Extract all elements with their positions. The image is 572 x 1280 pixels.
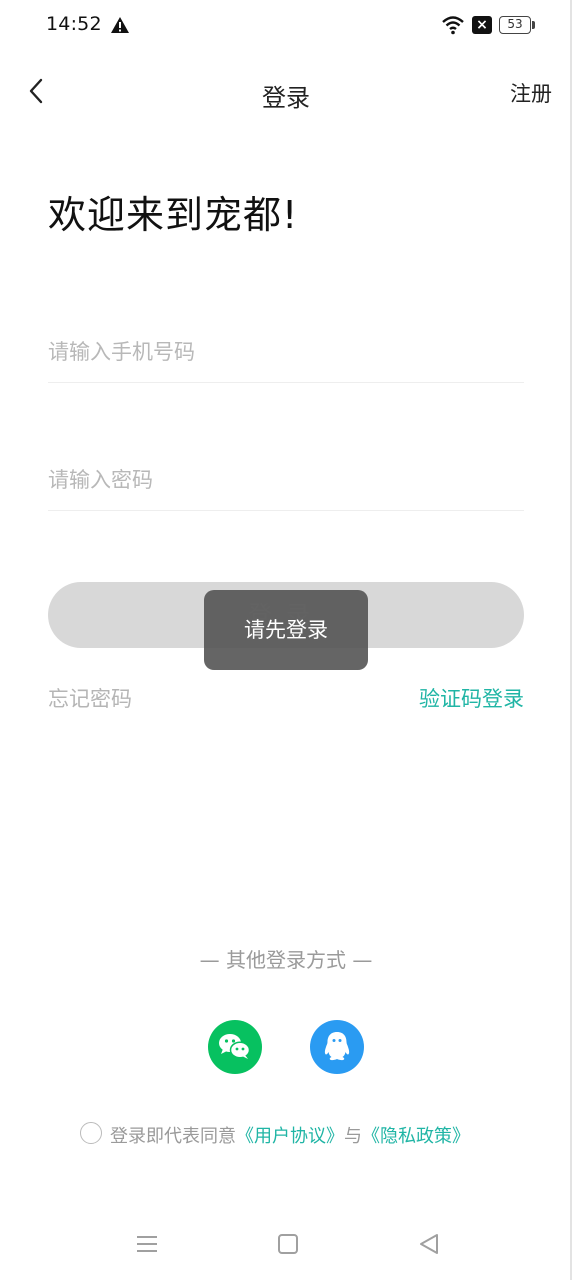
- wifi-icon: [442, 16, 464, 35]
- privacy-policy-link[interactable]: 《隐私政策》: [362, 1126, 470, 1147]
- status-time: 14:52: [46, 13, 102, 35]
- back-triangle-icon[interactable]: [418, 1232, 440, 1256]
- phone-field: [48, 322, 524, 383]
- agreement-text: 登录即代表同意《用户协议》与《隐私政策》: [110, 1122, 470, 1148]
- battery-icon: 53: [499, 16, 531, 34]
- page-title: 登录: [262, 84, 310, 112]
- home-square-icon[interactable]: [278, 1234, 298, 1254]
- menu-icon[interactable]: [136, 1233, 158, 1255]
- close-box-icon: ×: [472, 16, 492, 34]
- wechat-login-button[interactable]: [208, 1020, 262, 1074]
- password-field: [48, 450, 524, 511]
- warning-icon: [111, 17, 129, 33]
- phone-input[interactable]: [48, 322, 524, 382]
- qq-login-button[interactable]: [310, 1020, 364, 1074]
- qq-icon: [324, 1032, 350, 1061]
- agreement-radio[interactable]: [80, 1122, 102, 1144]
- battery-tip: [532, 21, 535, 29]
- agreement-and: 与: [344, 1126, 362, 1147]
- password-input[interactable]: [48, 450, 524, 510]
- welcome-heading: 欢迎来到宠都!: [48, 193, 299, 237]
- toast-message: 请先登录: [204, 590, 368, 670]
- user-agreement-link[interactable]: 《用户协议》: [236, 1126, 344, 1147]
- wechat-icon: [219, 1034, 251, 1059]
- register-link[interactable]: 注册: [510, 78, 552, 108]
- code-login-link[interactable]: 验证码登录: [419, 683, 524, 713]
- agreement-prefix: 登录即代表同意: [110, 1126, 236, 1147]
- forgot-password-link[interactable]: 忘记密码: [48, 683, 132, 713]
- other-login-title: — 其他登录方式 —: [199, 948, 373, 972]
